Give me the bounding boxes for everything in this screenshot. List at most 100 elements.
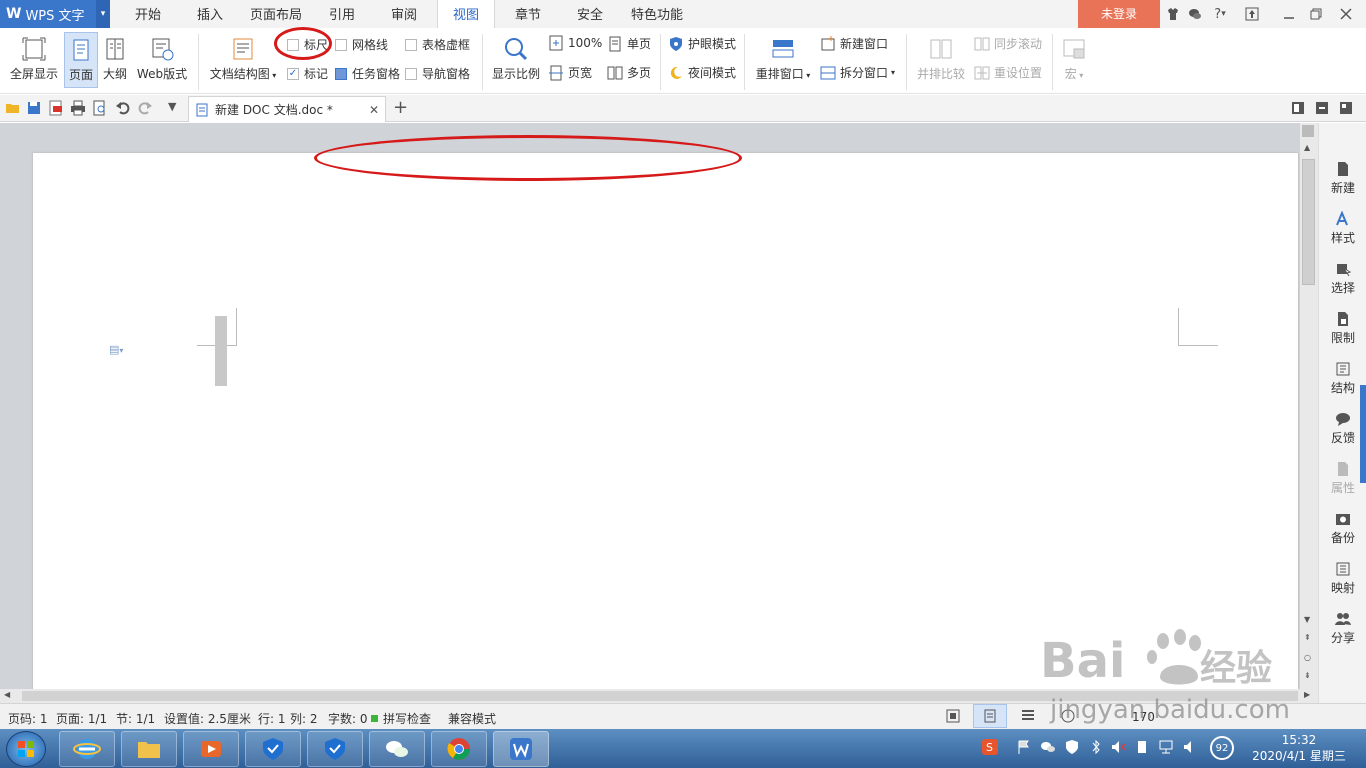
save-icon[interactable] <box>26 100 42 116</box>
close-tab-icon[interactable]: ✕ <box>369 103 379 117</box>
expand-icon[interactable] <box>1302 125 1314 137</box>
fullscreen-view-icon[interactable] <box>945 708 961 727</box>
taskbar-security-app[interactable] <box>245 731 301 767</box>
skin-icon[interactable] <box>1162 4 1184 24</box>
taskbar-chrome[interactable] <box>431 731 487 767</box>
taskbar-security-app-2[interactable] <box>307 731 363 767</box>
task-pane-checkbox[interactable]: 任务窗格 <box>335 65 400 82</box>
sidebar-item-structure[interactable]: 结构 <box>1319 361 1366 396</box>
sidebar-item-restrict[interactable]: 限制 <box>1319 311 1366 346</box>
sidebar-item-new[interactable]: 新建 <box>1319 161 1366 196</box>
gridlines-checkbox[interactable]: 网格线 <box>335 36 388 53</box>
gridlines-check-box[interactable] <box>335 38 347 51</box>
paragraph-options-icon[interactable]: ▤▾ <box>109 343 123 356</box>
macro-button[interactable]: 宏 ▾ <box>1058 36 1090 82</box>
tab-home[interactable]: 开始 <box>122 0 174 28</box>
sidebar-collapse-handle[interactable] <box>1360 385 1366 483</box>
system-clock[interactable]: 15:32 2020/4/1 星期三 <box>1240 732 1358 764</box>
start-button[interactable] <box>6 731 46 767</box>
status-section[interactable]: 节: 1/1 <box>116 710 155 727</box>
status-line[interactable]: 行: 1 <box>258 710 286 727</box>
bluetooth-icon[interactable] <box>1088 739 1104 755</box>
page-view-status-icon[interactable] <box>973 704 1007 728</box>
new-window-button[interactable]: 新建窗口 <box>820 35 888 52</box>
tab-special-features[interactable]: 特色功能 <box>626 0 688 28</box>
chevron-down-icon[interactable]: ▾ <box>96 0 110 28</box>
check-icon[interactable]: ✓ <box>287 67 299 80</box>
arrange-windows-button[interactable]: 重排窗口 ▾ <box>752 36 814 82</box>
table-gridlines-check-box[interactable] <box>405 38 417 51</box>
upload-icon[interactable] <box>1241 4 1263 24</box>
sidebar-item-feedback[interactable]: 反馈 <box>1319 411 1366 446</box>
nav-pane-checkbox[interactable]: 导航窗格 <box>405 65 470 82</box>
new-tab-icon[interactable]: + <box>393 97 408 118</box>
eye-protect-button[interactable]: 护眼模式 <box>668 35 736 52</box>
status-column[interactable]: 列: 2 <box>290 710 318 727</box>
taskbar-ie[interactable] <box>59 731 115 767</box>
tab-view[interactable]: 视图 <box>437 0 495 28</box>
export-pdf-icon[interactable] <box>48 100 64 116</box>
close-icon[interactable] <box>1335 4 1357 24</box>
zoom-100-button[interactable]: 100% <box>548 35 602 51</box>
sogou-input-icon[interactable]: S <box>982 739 998 755</box>
side-by-side-button[interactable]: 并排比较 <box>914 36 968 82</box>
tab-chapter[interactable]: 章节 <box>504 0 552 28</box>
tab-insert[interactable]: 插入 <box>184 0 236 28</box>
scroll-right-icon[interactable]: ▶ <box>1304 690 1310 699</box>
status-pages[interactable]: 页面: 1/1 <box>56 710 107 727</box>
reset-position-button[interactable]: 重设位置 <box>974 64 1042 81</box>
restore-icon[interactable] <box>1305 4 1327 24</box>
split-window-button[interactable]: 拆分窗口 ▾ <box>820 64 895 81</box>
flag-icon[interactable] <box>1016 739 1032 755</box>
login-button[interactable]: 未登录 <box>1078 0 1160 28</box>
tab-references[interactable]: 引用 <box>318 0 366 28</box>
battery-badge[interactable]: 92 <box>1210 736 1234 760</box>
spell-check-button[interactable]: 拼写检查 <box>371 710 431 727</box>
help-button[interactable]: ? ▾ <box>1207 4 1233 24</box>
tab-review[interactable]: 审阅 <box>380 0 428 28</box>
outline-view-status-icon[interactable] <box>1020 708 1036 727</box>
doc-structure-button[interactable]: 文档结构图 ▾ <box>206 36 280 82</box>
print-icon[interactable] <box>70 100 86 116</box>
browse-object-icon[interactable]: ○ <box>1304 653 1311 662</box>
quick-access-dropdown-icon[interactable]: ▼ <box>168 100 184 116</box>
sidebar-item-style[interactable]: 样式 <box>1319 211 1366 246</box>
taskbar-media-player[interactable] <box>183 731 239 767</box>
table-gridlines-checkbox[interactable]: 表格虚框 <box>405 36 470 53</box>
speaker-icon[interactable] <box>1182 739 1198 755</box>
app-menu-button[interactable]: W WPS 文字 ▾ <box>0 0 110 28</box>
task-pane-check-box[interactable] <box>335 67 347 80</box>
minimize-icon[interactable] <box>1278 4 1300 24</box>
next-page-icon[interactable]: ⇟ <box>1304 671 1311 680</box>
taskbar-wechat[interactable] <box>369 731 425 767</box>
zoom-button[interactable]: 显示比例 <box>490 36 542 82</box>
chat-icon[interactable] <box>1184 4 1206 24</box>
outline-button[interactable]: 大纲 <box>100 36 130 82</box>
sidebar-item-share[interactable]: 分享 <box>1319 611 1366 646</box>
sidebar-item-select[interactable]: 选择 <box>1319 261 1366 296</box>
security-tray-icon[interactable] <box>1064 739 1080 755</box>
web-layout-button[interactable]: Web版式 <box>134 36 190 82</box>
scrollbar-thumb[interactable] <box>1302 159 1315 285</box>
scroll-up-icon[interactable]: ▲ <box>1304 143 1310 152</box>
sidebar-item-backup[interactable]: 备份 <box>1319 511 1366 546</box>
scroll-left-icon[interactable]: ◀ <box>4 690 10 699</box>
open-folder-icon[interactable] <box>5 100 21 116</box>
taskbar-explorer[interactable] <box>121 731 177 767</box>
night-mode-button[interactable]: 夜间模式 <box>668 64 736 81</box>
sync-scroll-button[interactable]: 同步滚动 <box>974 35 1042 52</box>
sidebar-item-mapping[interactable]: 映射 <box>1319 561 1366 596</box>
redo-icon[interactable] <box>137 100 153 116</box>
status-setting[interactable]: 设置值: 2.5厘米 <box>164 710 251 727</box>
nav-pane-check-box[interactable] <box>405 67 417 80</box>
volume-muted-icon[interactable] <box>1110 739 1126 755</box>
undo-icon[interactable] <box>115 100 131 116</box>
single-page-button[interactable]: 单页 <box>607 35 651 52</box>
document-tab[interactable]: 新建 DOC 文档.doc * ✕ <box>188 96 386 122</box>
page-view-button[interactable]: 页面 <box>64 32 98 88</box>
page-width-button[interactable]: 页宽 <box>548 64 592 81</box>
power-icon[interactable] <box>1134 739 1150 755</box>
pane-toggle-icon[interactable] <box>1290 100 1306 116</box>
vertical-scrollbar[interactable]: ▲ ▼ ⇞ ○ ⇟ <box>1300 123 1318 689</box>
multi-page-button[interactable]: 多页 <box>607 64 651 81</box>
